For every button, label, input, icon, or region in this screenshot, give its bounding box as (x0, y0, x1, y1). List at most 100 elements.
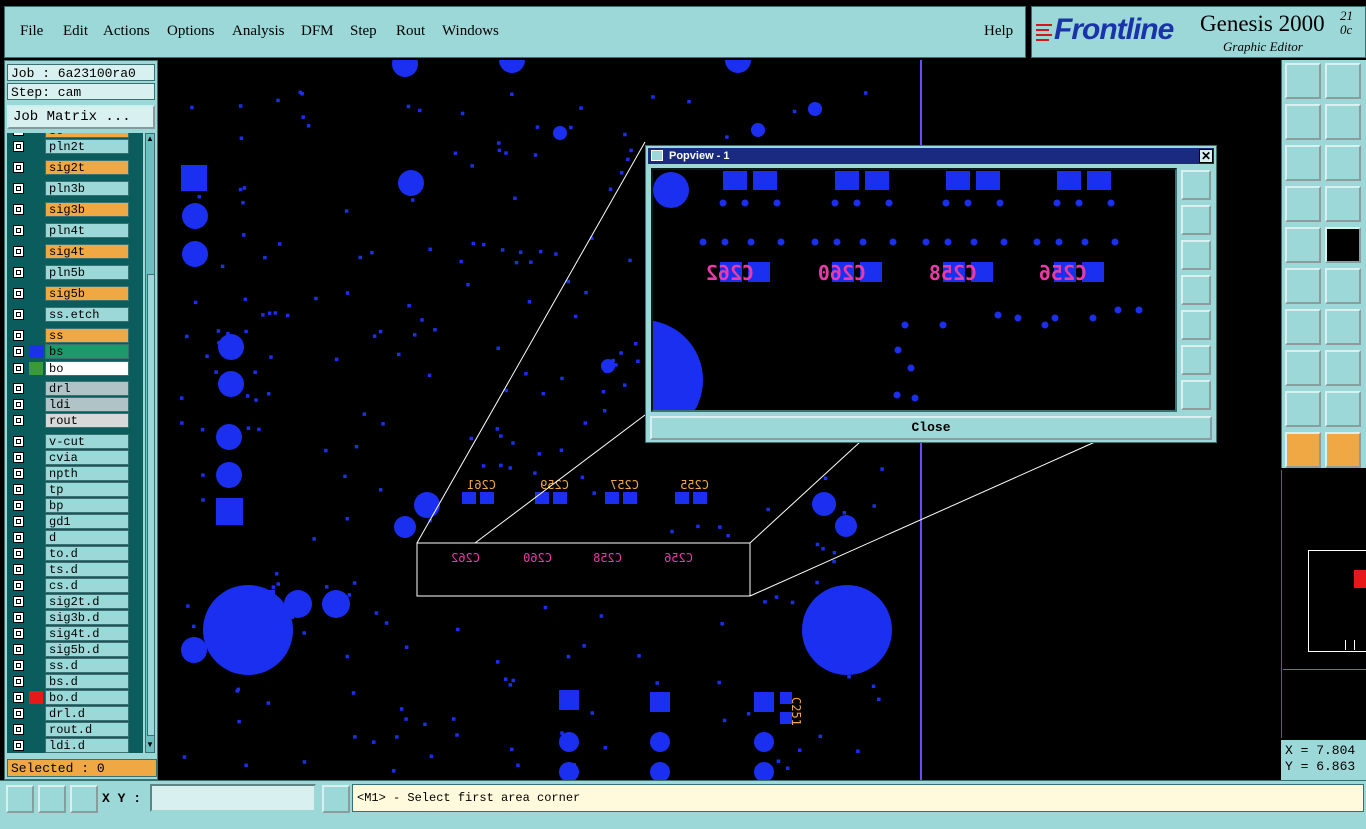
layer-row-ss.etch[interactable]: ss.etch (7, 307, 143, 322)
layer-checkbox[interactable] (13, 532, 24, 543)
layer-name[interactable]: to.d (45, 546, 129, 561)
layer-checkbox[interactable] (13, 644, 24, 655)
menu-windows[interactable]: Windows (442, 23, 499, 40)
layer-name[interactable]: sig3b (45, 202, 129, 217)
pan-up-icon[interactable] (1325, 63, 1361, 99)
layer-row-sig5b.d[interactable]: sig5b.d (7, 642, 143, 657)
menu-options[interactable]: Options (167, 23, 215, 40)
layer-name[interactable]: pln2t (45, 139, 129, 154)
menu-actions[interactable]: Actions (103, 23, 150, 40)
layer-row-drl.d[interactable]: drl.d (7, 706, 143, 721)
layer-row-rout[interactable]: rout (7, 413, 143, 428)
layer-name[interactable]: drl.d (45, 706, 129, 721)
menu-analysis[interactable]: Analysis (232, 23, 285, 40)
pan-right-icon[interactable] (1181, 310, 1211, 340)
pan-left-icon[interactable] (1181, 275, 1211, 305)
layer-name[interactable]: ts.d (45, 562, 129, 577)
layer-row-pln2t[interactable]: pln2t (7, 139, 143, 154)
layer-name[interactable]: sig2t.d (45, 594, 129, 609)
layer-checkbox[interactable] (13, 452, 24, 463)
layer-checkbox[interactable] (13, 383, 24, 394)
layer-checkbox[interactable] (13, 204, 24, 215)
pan-left-icon[interactable] (1285, 104, 1321, 140)
popview-titlebar[interactable]: Popview - 1 ✕ (648, 148, 1214, 164)
select-area-icon[interactable] (6, 785, 34, 813)
layer-name[interactable]: bo (45, 361, 129, 376)
layer-checkbox[interactable] (13, 330, 24, 341)
menu-step[interactable]: Step (350, 23, 377, 40)
triangle-icon[interactable] (1285, 391, 1321, 427)
layer-checkbox[interactable] (13, 267, 24, 278)
layer-checkbox[interactable] (13, 363, 24, 374)
layer-color-swatch[interactable] (29, 362, 43, 375)
layer-name[interactable]: bo.d (45, 690, 129, 705)
layer-checkbox[interactable] (13, 225, 24, 236)
tools-icon[interactable] (1285, 186, 1321, 222)
layer-name[interactable]: cvia (45, 450, 129, 465)
layer-row-ldi.d[interactable]: ldi.d (7, 738, 143, 753)
layer-name[interactable]: sig3b.d (45, 610, 129, 625)
fit-icon[interactable] (1285, 145, 1321, 181)
select-box-icon[interactable] (1325, 432, 1361, 468)
layer-row-rout.d[interactable]: rout.d (7, 722, 143, 737)
layer-name[interactable]: rout.d (45, 722, 129, 737)
scroll-down-icon[interactable]: ▼ (146, 740, 154, 750)
triangle2-icon[interactable] (1325, 391, 1361, 427)
menu-help[interactable]: Help (984, 23, 1013, 40)
layer-checkbox[interactable] (13, 548, 24, 559)
layer-name[interactable]: sig2t (45, 160, 129, 175)
layer-row-bo[interactable]: bo (7, 361, 143, 376)
menu-rout[interactable]: Rout (396, 23, 425, 40)
window-menu-icon[interactable] (651, 150, 663, 161)
layer-row-ldi[interactable]: ldi (7, 397, 143, 412)
layer-row-bp[interactable]: bp (7, 498, 143, 513)
layer-name[interactable]: v-cut (45, 434, 129, 449)
layer-name[interactable]: tp (45, 482, 129, 497)
overview-map[interactable] (1281, 470, 1366, 738)
layer-row-bs[interactable]: bs (7, 344, 143, 359)
layer-row-so[interactable]: so (7, 133, 143, 138)
layer-row-pln4t[interactable]: pln4t (7, 223, 143, 238)
layer-name[interactable]: rout (45, 413, 129, 428)
layer-checkbox[interactable] (13, 436, 24, 447)
layer-name[interactable]: pln5b (45, 265, 129, 280)
menu-file[interactable]: File (20, 23, 43, 40)
layer-row-v-cut[interactable]: v-cut (7, 434, 143, 449)
layer-row-gd1[interactable]: gd1 (7, 514, 143, 529)
layer-row-sig4t.d[interactable]: sig4t.d (7, 626, 143, 641)
layer-name[interactable]: bp (45, 498, 129, 513)
layer-name[interactable]: bs.d (45, 674, 129, 689)
pad-icon[interactable] (1285, 227, 1321, 263)
layer-checkbox[interactable] (13, 415, 24, 426)
snap-icon[interactable] (1285, 350, 1321, 386)
menu-edit[interactable]: Edit (63, 23, 88, 40)
layer-name[interactable]: ldi.d (45, 738, 129, 753)
layer-row-sig3b[interactable]: sig3b (7, 202, 143, 217)
layer-name[interactable]: d (45, 530, 129, 545)
zoom-home-icon[interactable] (1181, 170, 1211, 200)
layer-name[interactable]: sig4t (45, 244, 129, 259)
layer-checkbox[interactable] (13, 660, 24, 671)
layer-checkbox[interactable] (13, 309, 24, 320)
popview-close-button[interactable]: Close (650, 416, 1212, 440)
popview-zoom-view[interactable]: C262 C260 C258 C256 (651, 168, 1177, 412)
layer-name[interactable]: sig5b (45, 286, 129, 301)
layer-name[interactable]: pln4t (45, 223, 129, 238)
layer-checkbox[interactable] (13, 484, 24, 495)
layer-name[interactable]: npth (45, 466, 129, 481)
layer-row-sig4t[interactable]: sig4t (7, 244, 143, 259)
layer-color-swatch[interactable] (29, 691, 43, 704)
measure-icon[interactable] (38, 785, 66, 813)
layer-row-sig2t.d[interactable]: sig2t.d (7, 594, 143, 609)
layer-name[interactable]: pln3b (45, 181, 129, 196)
layer-checkbox[interactable] (13, 141, 24, 152)
net-icon[interactable] (1285, 268, 1321, 304)
layer-name[interactable]: bs (45, 344, 129, 359)
layer-checkbox[interactable] (13, 676, 24, 687)
layer-name[interactable]: ss.etch (45, 307, 129, 322)
layer-checkbox[interactable] (13, 516, 24, 527)
layer-checkbox[interactable] (13, 162, 24, 173)
info-icon[interactable] (322, 785, 350, 813)
layer-row-npth[interactable]: npth (7, 466, 143, 481)
layer-name[interactable]: gd1 (45, 514, 129, 529)
